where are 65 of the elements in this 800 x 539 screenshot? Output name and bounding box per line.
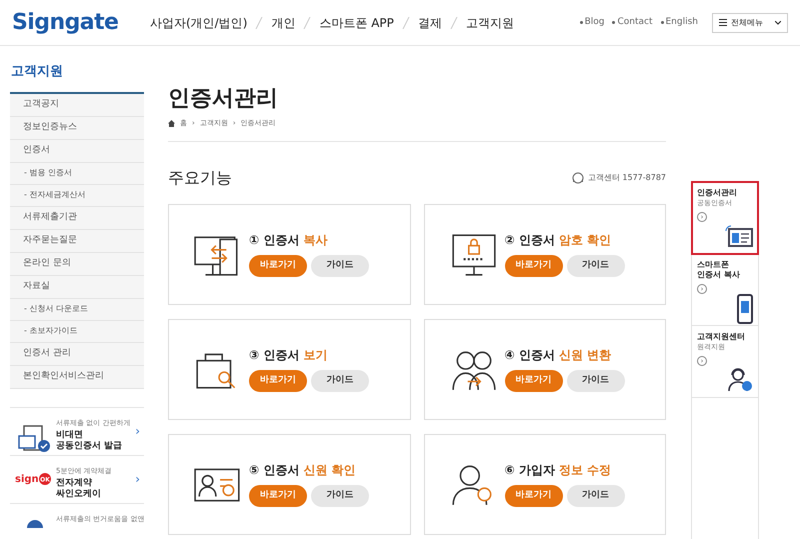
sidebar-item[interactable]: 서류제출기관 <box>10 206 144 230</box>
all-menu-button[interactable]: 전체메뉴 <box>712 12 788 32</box>
chevron-right-icon: › <box>135 470 140 488</box>
sidebar-item[interactable]: - 전자세금계산서 <box>10 184 144 206</box>
sidebar-item[interactable]: 인증서 관리 <box>10 342 144 366</box>
id-card-check-icon <box>18 424 52 454</box>
sidebar-item[interactable]: 정보인증뉴스 <box>10 116 144 140</box>
card-title: ② 인증서 암호 확인 <box>504 232 612 249</box>
sidebar-item[interactable]: - 신청서 다운로드 <box>10 298 144 320</box>
card-title: ① 인증서 복사 <box>249 232 329 249</box>
menu-icon <box>719 19 727 26</box>
guide-button[interactable]: 가이드 <box>311 255 369 277</box>
two-people-icon <box>452 352 496 391</box>
guide-button[interactable]: 가이드 <box>566 370 624 392</box>
slash-separator-icon <box>255 16 264 28</box>
smartphone-icon <box>737 294 753 324</box>
folder-search-icon <box>196 354 236 389</box>
guide-button[interactable]: 가이드 <box>311 370 369 392</box>
computer-icon <box>194 236 238 276</box>
sidebar-item[interactable]: 자료실 <box>10 276 144 298</box>
header-link[interactable]: Contact <box>617 16 652 30</box>
nav-link[interactable]: 결제 <box>418 14 442 32</box>
nav-link[interactable]: 스마트폰 APP <box>319 14 394 32</box>
card-title: ③ 인증서 보기 <box>249 347 329 364</box>
card-title: ④ 인증서 신원 변환 <box>504 347 612 364</box>
header-link[interactable]: English <box>666 16 698 30</box>
bullet-icon <box>660 21 664 24</box>
id-card-icon <box>194 468 240 502</box>
support-phone: 고객센터 1577-8787 <box>588 172 666 184</box>
header-link[interactable]: Blog <box>584 16 604 30</box>
id-card-icon <box>725 225 753 247</box>
headset-person-icon <box>727 366 753 392</box>
sidebar-item[interactable]: 본인확인서비스관리 <box>10 366 144 388</box>
slash-separator-icon <box>402 16 410 28</box>
slash-separator-icon <box>450 16 458 28</box>
bullet-icon <box>612 21 616 24</box>
quick-menu-title: 고객지원센터 <box>697 332 746 342</box>
quick-menu-title: 스마트폰 인증서 복사 <box>697 260 741 280</box>
promo-title: 비대면 공동인증서 발급 <box>56 430 124 452</box>
promo-title: 전자계약 싸인오케이 <box>56 478 102 500</box>
guide-button[interactable]: 가이드 <box>566 485 624 507</box>
guide-button[interactable]: 가이드 <box>311 485 369 507</box>
card-title: ⑤ 인증서 신원 확인 <box>249 462 357 479</box>
sidebar-item[interactable]: 고객공지 <box>10 94 144 116</box>
chevron-down-icon <box>775 20 781 24</box>
nav-link[interactable]: 개인 <box>271 14 296 32</box>
sidebar-item[interactable]: 온라인 문의 <box>10 252 144 276</box>
sidebar-item[interactable]: 인증서 <box>10 140 144 162</box>
section-title: 주요기능 <box>168 166 232 188</box>
home-icon <box>168 120 175 127</box>
sidebar-item[interactable]: - 범용 인증서 <box>10 162 144 184</box>
page-title: 인증서관리 <box>168 86 279 112</box>
sidebar-item[interactable]: 자주묻는질문 <box>10 230 144 252</box>
card-title: ⑥ 가입자 정보 수정 <box>504 462 612 479</box>
bullet-icon <box>580 21 583 24</box>
nav-link[interactable]: 고객지원 <box>466 14 514 32</box>
guide-button[interactable]: 가이드 <box>566 255 624 277</box>
chevron-right-icon: › <box>135 422 140 440</box>
sidebar-title: 고객지원 <box>10 63 64 81</box>
slash-separator-icon <box>303 16 312 28</box>
monitor-lock-icon <box>452 234 496 276</box>
quick-menu-title: 인증서관리 <box>697 188 738 198</box>
nav-link[interactable]: 사업자(개인/법인) <box>150 14 248 32</box>
sidebar-item[interactable]: - 초보자가이드 <box>10 320 144 342</box>
signgate-logo[interactable]: Signgate <box>12 6 150 39</box>
